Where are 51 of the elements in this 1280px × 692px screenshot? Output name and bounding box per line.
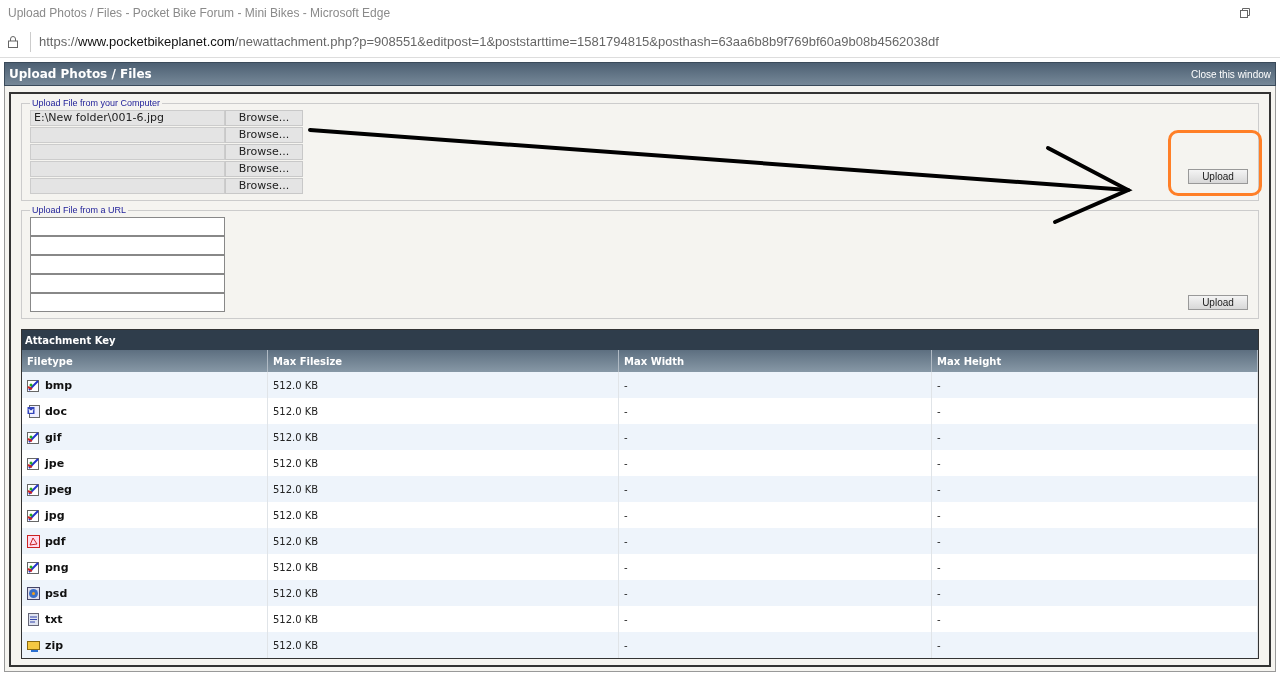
window-title: Upload Photos / Files - Pocket Bike Forum - Mini Bikes - Microsoft Edge: [8, 6, 392, 20]
table-cell: -: [619, 632, 932, 658]
filetype-text: jpg: [45, 508, 65, 522]
group-legend: Upload File from your Computer: [30, 98, 163, 108]
browse-button[interactable]: Browse...: [225, 127, 303, 143]
file-path-field[interactable]: [30, 178, 225, 194]
filetype-text: jpe: [45, 456, 65, 470]
image-file-icon: [27, 482, 40, 496]
filetype-text: zip: [45, 638, 64, 652]
filetype-text: txt: [45, 612, 63, 626]
url-input-field[interactable]: [30, 255, 225, 274]
url-input-field[interactable]: [30, 274, 225, 293]
restore-icon[interactable]: [1240, 8, 1250, 18]
image-file-icon: [27, 378, 40, 392]
file-path-field[interactable]: [30, 144, 225, 160]
filetype-text: gif: [45, 430, 62, 444]
file-path-field[interactable]: E:\New folder\001-6.jpg: [30, 110, 225, 126]
address-field[interactable]: https://www.pocketbikeplanet.com/newattachment.php?p=908551&editpost=1&poststarttime=1581794815&posthash=63aa6b8b9f769bf60a9b08b4562038df: [30, 31, 939, 52]
folder-file-icon: [27, 638, 40, 652]
filetype-text: bmp: [45, 378, 73, 392]
browse-button[interactable]: Browse...: [225, 161, 303, 177]
image-file-icon: [27, 430, 40, 444]
lock-icon: [8, 35, 18, 48]
filetype-text: psd: [45, 586, 68, 600]
pdf-file-icon: [27, 534, 40, 548]
group-legend: Upload File from a URL: [30, 205, 129, 215]
filetype-text: pdf: [45, 534, 66, 548]
file-path-field[interactable]: [30, 161, 225, 177]
file-path-field[interactable]: [30, 127, 225, 143]
upload-button[interactable]: Upload: [1188, 295, 1248, 310]
browse-button[interactable]: Browse...: [225, 144, 303, 160]
filetype-text: doc: [45, 404, 67, 418]
table-cell: -: [932, 632, 1258, 658]
disc-file-icon: [27, 586, 40, 600]
url-input-field[interactable]: [30, 293, 225, 312]
table-title: Attachment Key: [22, 330, 1258, 350]
close-window-link[interactable]: Close this window: [1190, 68, 1271, 80]
image-file-icon: [27, 560, 40, 574]
url-input-field[interactable]: [30, 217, 225, 236]
browse-button[interactable]: Browse...: [225, 178, 303, 194]
page-title: Upload Photos / Files: [9, 67, 152, 81]
filetype-text: png: [45, 560, 69, 574]
image-file-icon: [27, 508, 40, 522]
url-input-field[interactable]: [30, 236, 225, 255]
filetype-text: jpeg: [45, 482, 72, 496]
table-cell: 512.0 KB: [268, 632, 619, 658]
image-file-icon: [27, 456, 40, 470]
text-file-icon: [27, 612, 40, 626]
document-file-icon: [27, 404, 40, 418]
browse-button[interactable]: Browse...: [225, 110, 303, 126]
upload-button[interactable]: Upload: [1188, 169, 1248, 184]
